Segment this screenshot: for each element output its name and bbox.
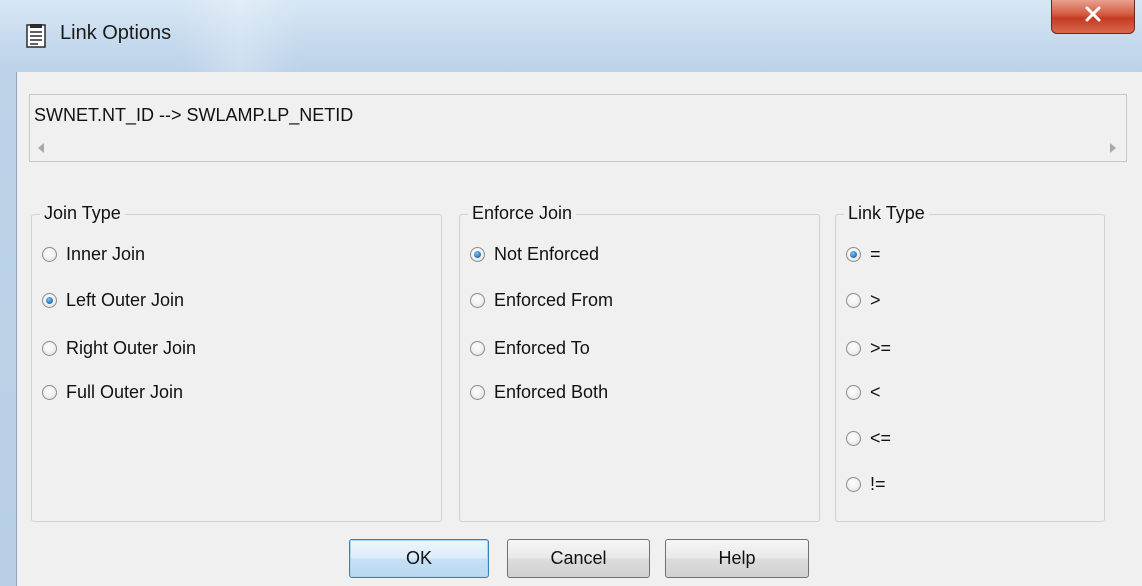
- radio-button[interactable]: [470, 340, 485, 356]
- radio-button[interactable]: [42, 246, 57, 262]
- scroll-left-icon[interactable]: [38, 143, 44, 153]
- radio-button-selected[interactable]: [470, 246, 485, 262]
- horizontal-scrollbar[interactable]: [30, 135, 1126, 161]
- link-path-text: SWNET.NT_ID --> SWLAMP.LP_NETID: [34, 105, 354, 125]
- radio-link-not-equal[interactable]: !=: [846, 472, 886, 496]
- close-button[interactable]: [1051, 0, 1135, 34]
- enforce-join-label: Enforce Join: [468, 203, 577, 224]
- link-path-field[interactable]: SWNET.NT_ID --> SWLAMP.LP_NETID: [29, 94, 1127, 162]
- radio-button[interactable]: [846, 292, 861, 308]
- cancel-button[interactable]: Cancel: [507, 539, 650, 578]
- radio-link-less-equal[interactable]: <=: [846, 426, 891, 450]
- radio-inner-join[interactable]: Inner Join: [42, 242, 145, 266]
- link-type-group: Link Type = > >= < <= !=: [835, 203, 1105, 522]
- radio-button-selected[interactable]: [846, 246, 861, 262]
- close-icon: [1084, 6, 1102, 27]
- radio-left-outer-join[interactable]: Left Outer Join: [42, 288, 184, 312]
- radio-button[interactable]: [42, 340, 57, 356]
- radio-button[interactable]: [846, 340, 861, 356]
- radio-not-enforced[interactable]: Not Enforced: [470, 242, 599, 266]
- radio-button[interactable]: [846, 384, 861, 400]
- radio-button[interactable]: [846, 476, 861, 492]
- link-options-dialog: Link Options SWNET.NT_ID --> SWLAMP.LP_N…: [0, 0, 1142, 586]
- radio-enforced-from[interactable]: Enforced From: [470, 288, 613, 312]
- radio-button[interactable]: [470, 292, 485, 308]
- join-type-group: Join Type Inner Join Left Outer Join Rig…: [31, 203, 442, 522]
- radio-enforced-to[interactable]: Enforced To: [470, 336, 590, 360]
- document-page-icon: [26, 24, 46, 48]
- ok-button[interactable]: OK: [349, 539, 489, 578]
- join-type-label: Join Type: [40, 203, 125, 224]
- scroll-right-icon[interactable]: [1110, 143, 1116, 153]
- radio-right-outer-join[interactable]: Right Outer Join: [42, 336, 196, 360]
- radio-button[interactable]: [470, 384, 485, 400]
- radio-link-less[interactable]: <: [846, 380, 881, 404]
- title-bar[interactable]: Link Options: [0, 0, 1142, 72]
- radio-link-greater-equal[interactable]: >=: [846, 336, 891, 360]
- radio-link-equal[interactable]: =: [846, 242, 881, 266]
- link-type-label: Link Type: [844, 203, 929, 224]
- radio-full-outer-join[interactable]: Full Outer Join: [42, 380, 183, 404]
- radio-enforced-both[interactable]: Enforced Both: [470, 380, 608, 404]
- dialog-body: SWNET.NT_ID --> SWLAMP.LP_NETID Join Typ…: [16, 72, 1142, 586]
- radio-button[interactable]: [42, 384, 57, 400]
- radio-button[interactable]: [846, 430, 861, 446]
- radio-link-greater[interactable]: >: [846, 288, 881, 312]
- radio-button-selected[interactable]: [42, 292, 57, 308]
- window-title: Link Options: [60, 22, 172, 44]
- help-button[interactable]: Help: [665, 539, 809, 578]
- enforce-join-group: Enforce Join Not Enforced Enforced From …: [459, 203, 820, 522]
